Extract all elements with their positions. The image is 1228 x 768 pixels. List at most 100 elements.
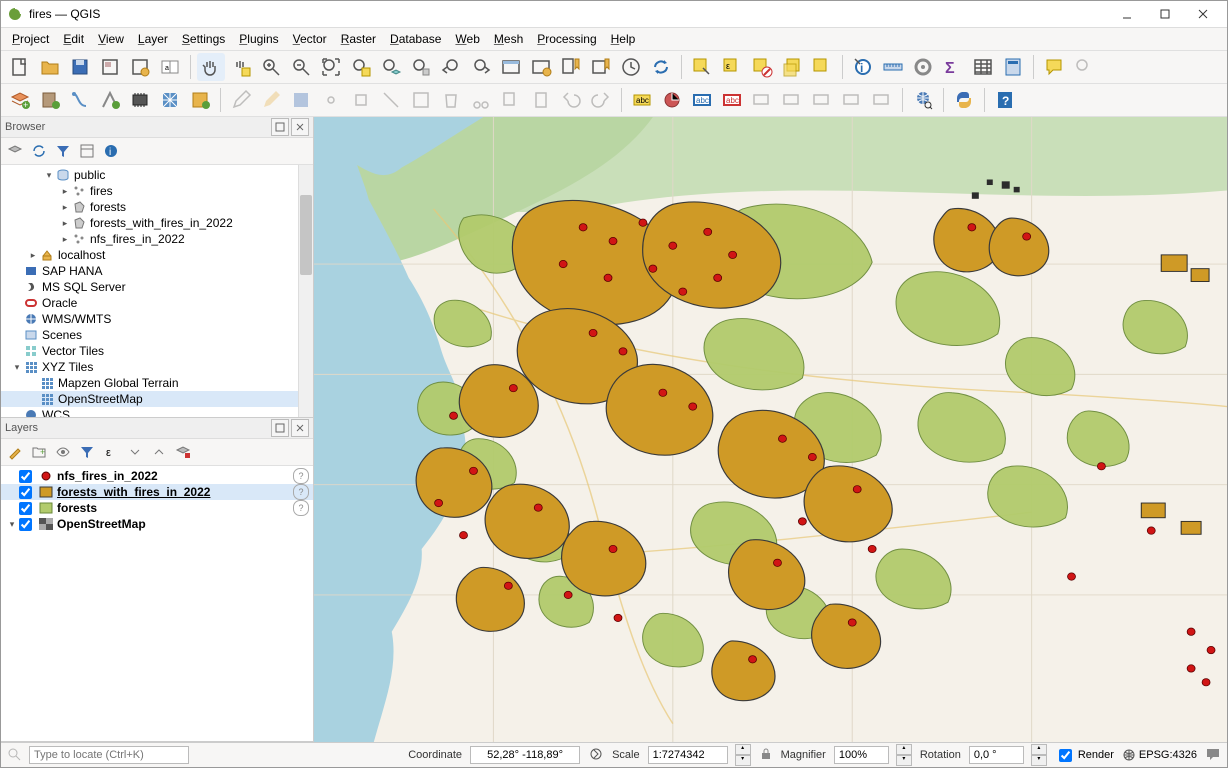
- save-project-button[interactable]: [66, 53, 94, 81]
- pan-button[interactable]: [197, 53, 225, 81]
- browser-refresh-button[interactable]: [29, 141, 49, 161]
- browser-item[interactable]: WMS/WMTS: [1, 311, 313, 327]
- layers-expression-button[interactable]: ε: [101, 442, 121, 462]
- select-features-button[interactable]: [688, 53, 716, 81]
- undo-button[interactable]: [557, 86, 585, 114]
- browser-tree[interactable]: ▾public▸fires▸forests▸forests_with_fires…: [1, 165, 313, 417]
- layers-tree[interactable]: nfs_fires_in_2022?forests_with_fires_in_…: [1, 466, 313, 741]
- layers-close-button[interactable]: [291, 419, 309, 437]
- layer-info-icon[interactable]: ?: [293, 468, 309, 484]
- layer-info-icon[interactable]: ?: [293, 500, 309, 516]
- layers-collapse-button[interactable]: [149, 442, 169, 462]
- highlight-label-button[interactable]: abc: [688, 86, 716, 114]
- attribute-table-button[interactable]: [969, 53, 997, 81]
- rotation-stepper[interactable]: ▴▾: [1031, 744, 1047, 766]
- toolbox-button[interactable]: [909, 53, 937, 81]
- browser-item[interactable]: ▸fires: [1, 183, 313, 199]
- paste-button[interactable]: [527, 86, 555, 114]
- measure-button[interactable]: [879, 53, 907, 81]
- browser-item[interactable]: Vector Tiles: [1, 343, 313, 359]
- cut-button[interactable]: [467, 86, 495, 114]
- new-memory-layer-button[interactable]: [126, 86, 154, 114]
- vertex-tool-button[interactable]: [377, 86, 405, 114]
- layer-item[interactable]: forests_with_fires_in_2022?: [1, 484, 313, 500]
- menu-plugins[interactable]: Plugins: [232, 30, 285, 48]
- browser-add-button[interactable]: [5, 141, 25, 161]
- browser-filter-button[interactable]: [53, 141, 73, 161]
- browser-collapse-button[interactable]: [77, 141, 97, 161]
- help-button[interactable]: ?: [991, 86, 1019, 114]
- browser-item[interactable]: ▸localhost: [1, 247, 313, 263]
- browser-undock-button[interactable]: [271, 118, 289, 136]
- delete-selected-button[interactable]: [437, 86, 465, 114]
- zoom-out-button[interactable]: [287, 53, 315, 81]
- move-feature-button[interactable]: [347, 86, 375, 114]
- temporal-controller-button[interactable]: [617, 53, 645, 81]
- menu-project[interactable]: Project: [5, 30, 56, 48]
- map-canvas[interactable]: [314, 117, 1227, 742]
- layer-visibility-checkbox[interactable]: [19, 518, 32, 531]
- layer-item[interactable]: nfs_fires_in_2022?: [1, 468, 313, 484]
- layers-undock-button[interactable]: [271, 419, 289, 437]
- zoom-layer-button[interactable]: [377, 53, 405, 81]
- new-virtual-layer-button[interactable]: [96, 86, 124, 114]
- messages-button[interactable]: [1205, 746, 1221, 765]
- metasearch-button[interactable]: [909, 86, 937, 114]
- save-layer-edits-button[interactable]: [287, 86, 315, 114]
- browser-item[interactable]: SAP HANA: [1, 263, 313, 279]
- change-label-button[interactable]: [838, 86, 866, 114]
- zoom-full-button[interactable]: [317, 53, 345, 81]
- browser-item[interactable]: ▸nfs_fires_in_2022: [1, 231, 313, 247]
- layer-visibility-checkbox[interactable]: [19, 470, 32, 483]
- statistics-button[interactable]: Σ: [939, 53, 967, 81]
- move-label-button[interactable]: [778, 86, 806, 114]
- modify-attributes-button[interactable]: [407, 86, 435, 114]
- close-button[interactable]: [1185, 2, 1221, 26]
- new-project-button[interactable]: [6, 53, 34, 81]
- add-feature-button[interactable]: [317, 86, 345, 114]
- zoom-next-button[interactable]: [467, 53, 495, 81]
- new-gps-layer-button[interactable]: [186, 86, 214, 114]
- new-geopackage-layer-button[interactable]: [36, 86, 64, 114]
- rotation-field[interactable]: [969, 746, 1024, 764]
- menu-help[interactable]: Help: [604, 30, 643, 48]
- annotation-button[interactable]: [1070, 53, 1098, 81]
- show-hide-label-button[interactable]: [748, 86, 776, 114]
- browser-item[interactable]: Scenes: [1, 327, 313, 343]
- layout-manager-button[interactable]: [126, 53, 154, 81]
- browser-scrollbar[interactable]: [298, 165, 313, 417]
- browser-item[interactable]: ▸forests: [1, 199, 313, 215]
- menu-database[interactable]: Database: [383, 30, 448, 48]
- open-project-button[interactable]: [36, 53, 64, 81]
- new-shapefile-layer-button[interactable]: [66, 86, 94, 114]
- maptips-button[interactable]: [1040, 53, 1068, 81]
- zoom-selection-button[interactable]: [347, 53, 375, 81]
- menu-web[interactable]: Web: [448, 30, 486, 48]
- browser-item[interactable]: ▾public: [1, 167, 313, 183]
- locator-input[interactable]: [29, 746, 189, 764]
- python-console-button[interactable]: [950, 86, 978, 114]
- data-source-manager-button[interactable]: +: [6, 86, 34, 114]
- zoom-last-button[interactable]: [437, 53, 465, 81]
- diagram-button[interactable]: [658, 86, 686, 114]
- magnifier-field[interactable]: [834, 746, 889, 764]
- render-checkbox[interactable]: Render: [1055, 746, 1114, 765]
- label-toolbar-button[interactable]: abc: [628, 86, 656, 114]
- label-properties-button[interactable]: [868, 86, 896, 114]
- magnifier-stepper[interactable]: ▴▾: [896, 744, 912, 766]
- layer-info-icon[interactable]: ?: [293, 484, 309, 500]
- menu-raster[interactable]: Raster: [334, 30, 383, 48]
- menu-settings[interactable]: Settings: [175, 30, 232, 48]
- layers-add-group-button[interactable]: +: [29, 442, 49, 462]
- identify-button[interactable]: i: [849, 53, 877, 81]
- pan-to-selection-button[interactable]: [227, 53, 255, 81]
- new-bookmark-button[interactable]: [557, 53, 585, 81]
- new-map-view-button[interactable]: [497, 53, 525, 81]
- browser-item[interactable]: OpenStreetMap: [1, 391, 313, 407]
- menu-processing[interactable]: Processing: [530, 30, 603, 48]
- select-by-expression-button[interactable]: [808, 53, 836, 81]
- browser-properties-button[interactable]: i: [101, 141, 121, 161]
- browser-item[interactable]: ▾XYZ Tiles: [1, 359, 313, 375]
- lock-icon[interactable]: [759, 747, 773, 764]
- layer-item[interactable]: forests?: [1, 500, 313, 516]
